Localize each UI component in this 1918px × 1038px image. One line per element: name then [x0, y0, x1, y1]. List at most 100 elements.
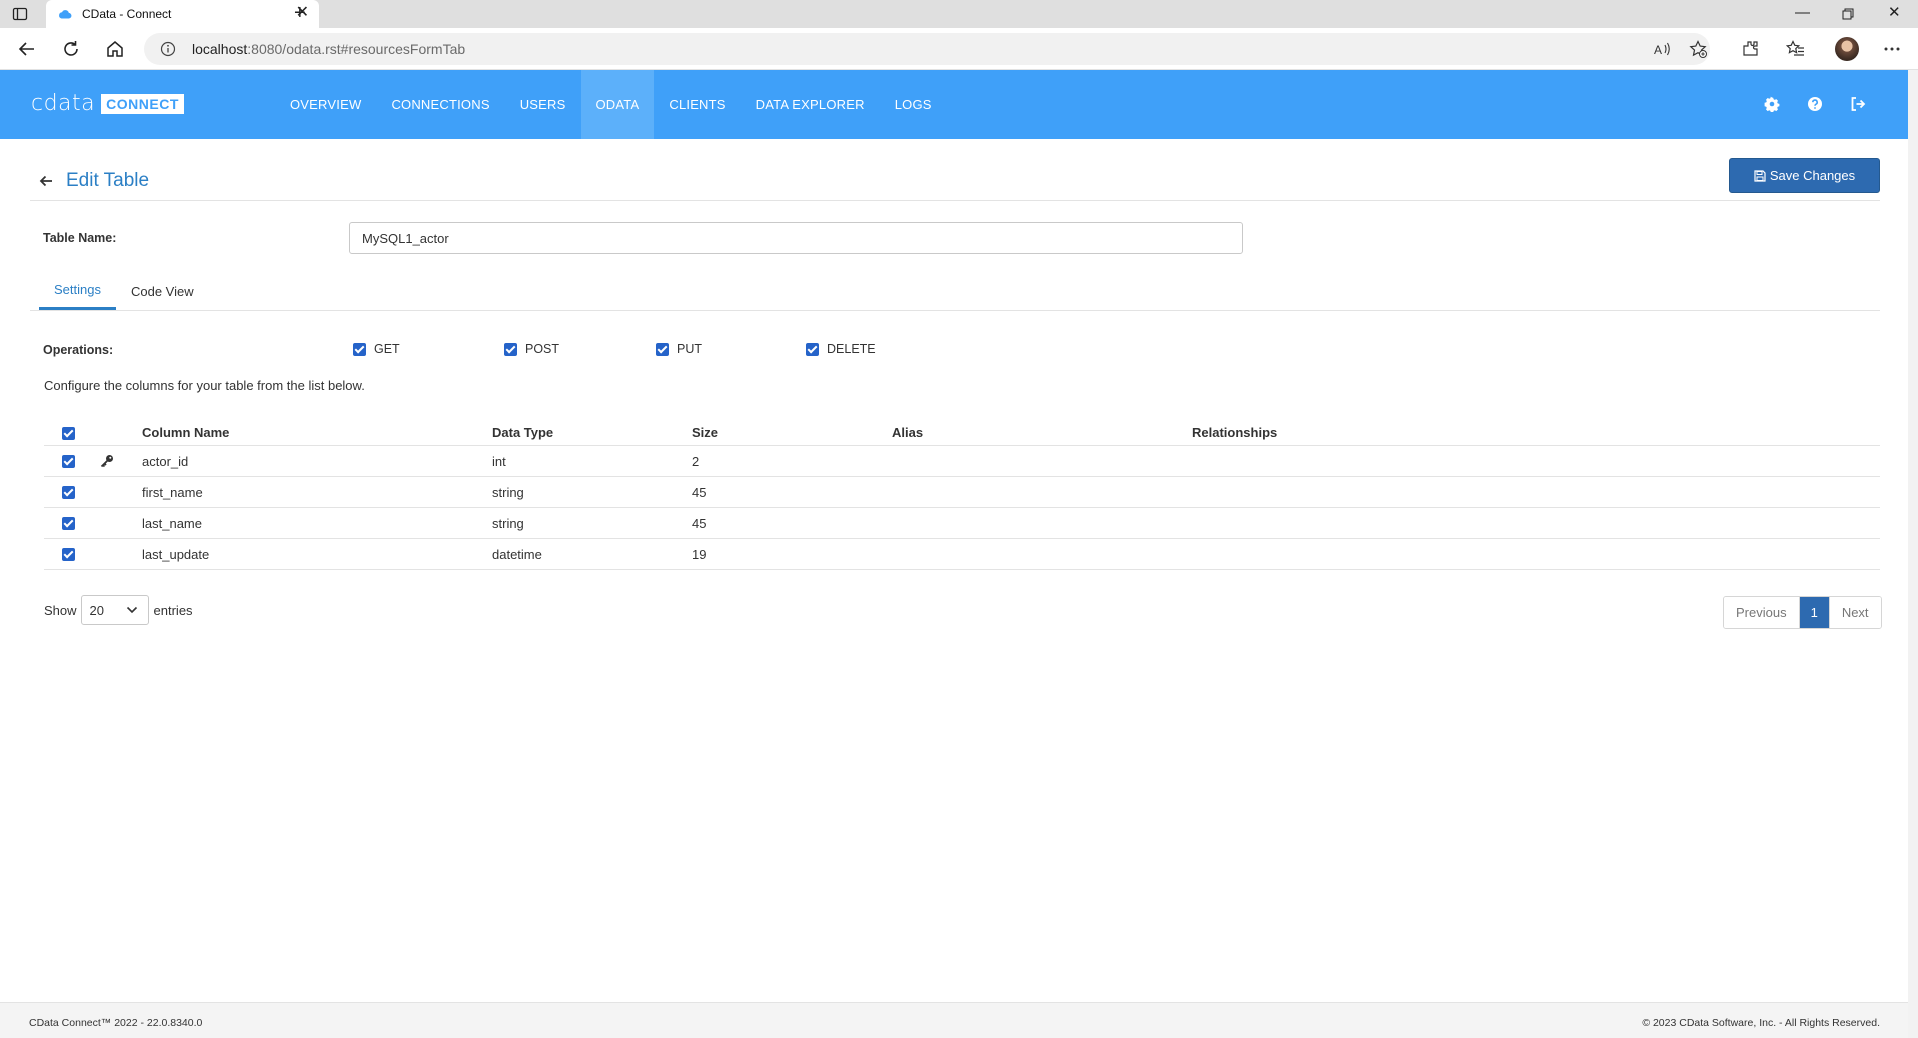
- header-alias[interactable]: Alias: [892, 425, 923, 440]
- profile-avatar[interactable]: [1835, 37, 1859, 61]
- table-row: last_name string 45: [44, 508, 1880, 539]
- operation-delete[interactable]: DELETE: [806, 342, 876, 356]
- edit-table-tabs: Settings Code View: [39, 272, 209, 310]
- pagination: Previous 1 Next: [1723, 596, 1882, 629]
- back-arrow-icon[interactable]: [38, 173, 54, 189]
- cell-column-name: first_name: [142, 485, 203, 500]
- header-data-type[interactable]: Data Type: [492, 425, 553, 440]
- row-checkbox[interactable]: [62, 453, 75, 469]
- page-title-row: Edit Table: [38, 169, 149, 193]
- page-1-button[interactable]: 1: [1798, 597, 1829, 628]
- back-icon[interactable]: [16, 38, 38, 60]
- favorite-add-icon[interactable]: [1688, 39, 1708, 59]
- cell-size: 2: [692, 454, 700, 469]
- extensions-icon[interactable]: [1741, 39, 1761, 59]
- new-tab-icon[interactable]: +: [294, 3, 306, 23]
- next-page-button[interactable]: Next: [1828, 597, 1881, 628]
- nav-data-explorer[interactable]: DATA EXPLORER: [741, 70, 880, 139]
- table-name-input[interactable]: [349, 222, 1243, 254]
- nav-connections[interactable]: CONNECTIONS: [376, 70, 504, 139]
- page-footer: CData Connect™ 2022 - 22.0.8340.0 © 2023…: [0, 1002, 1908, 1038]
- operation-put[interactable]: PUT: [656, 342, 702, 356]
- operation-delete-checkbox[interactable]: [806, 342, 819, 356]
- cell-data-type: int: [492, 454, 506, 469]
- previous-page-button[interactable]: Previous: [1724, 597, 1799, 628]
- operation-delete-label: DELETE: [827, 342, 876, 356]
- show-label: Show: [44, 602, 77, 618]
- favorites-icon[interactable]: [1786, 39, 1806, 59]
- tab-settings[interactable]: Settings: [39, 272, 116, 310]
- cell-data-type: datetime: [492, 547, 542, 562]
- entries-length-control: Show 20 entries: [44, 595, 193, 625]
- primary-key-icon: [100, 455, 113, 468]
- main-nav: OVERVIEW CONNECTIONS USERS ODATA CLIENTS…: [275, 70, 947, 139]
- row-checkbox[interactable]: [62, 484, 75, 500]
- cell-column-name: last_update: [142, 547, 210, 562]
- refresh-icon[interactable]: [60, 38, 82, 60]
- table-row: first_name string 45: [44, 477, 1880, 508]
- app-header: cdata CONNECT OVERVIEW CONNECTIONS USERS…: [0, 70, 1908, 139]
- logout-icon[interactable]: [1850, 96, 1866, 112]
- read-aloud-icon[interactable]: A: [1652, 39, 1672, 59]
- copyright-text: © 2023 CData Software, Inc. - All Rights…: [1642, 1017, 1880, 1029]
- minimize-icon[interactable]: —: [1795, 4, 1810, 22]
- nav-users[interactable]: USERS: [505, 70, 581, 139]
- more-options-icon[interactable]: [1882, 39, 1902, 59]
- url-host: localhost: [192, 41, 248, 57]
- row-checkbox[interactable]: [62, 546, 75, 562]
- cell-data-type: string: [492, 485, 524, 500]
- operation-get-label: GET: [374, 342, 400, 356]
- cell-column-name: last_name: [142, 516, 202, 531]
- version-text: CData Connect™ 2022 - 22.0.8340.0: [29, 1017, 203, 1029]
- header-column-name[interactable]: Column Name: [142, 425, 229, 440]
- cell-size: 45: [692, 516, 707, 531]
- operation-put-checkbox[interactable]: [656, 342, 669, 356]
- tabs-divider: [30, 310, 1880, 311]
- chevron-down-icon: [126, 606, 137, 614]
- browser-tab-bar: CData - Connect ✕ + — ✕: [0, 0, 1918, 28]
- logo-badge: CONNECT: [101, 94, 184, 114]
- table-row: actor_id int 2: [44, 446, 1880, 477]
- url-path: :8080/odata.rst#resourcesFormTab: [247, 41, 466, 57]
- settings-gear-icon[interactable]: [1764, 96, 1780, 112]
- cell-size: 19: [692, 547, 707, 562]
- header-relationships[interactable]: Relationships: [1192, 425, 1277, 440]
- site-info-icon[interactable]: [160, 41, 176, 57]
- close-window-icon[interactable]: ✕: [1888, 4, 1901, 22]
- tab-code-view[interactable]: Code View: [116, 272, 209, 310]
- nav-logs[interactable]: LOGS: [880, 70, 947, 139]
- operation-post[interactable]: POST: [504, 342, 559, 356]
- save-changes-button[interactable]: Save Changes: [1729, 158, 1880, 193]
- operation-post-checkbox[interactable]: [504, 342, 517, 356]
- browser-tab[interactable]: CData - Connect ✕: [46, 0, 319, 28]
- operations-label: Operations:: [43, 343, 114, 357]
- cdata-connect-logo[interactable]: cdata CONNECT: [31, 93, 184, 115]
- cell-data-type: string: [492, 516, 524, 531]
- select-all-checkbox[interactable]: [62, 425, 75, 441]
- nav-overview[interactable]: OVERVIEW: [275, 70, 376, 139]
- url-bar[interactable]: localhost:8080/odata.rst#resourcesFormTa…: [144, 33, 1710, 65]
- operation-get[interactable]: GET: [353, 342, 400, 356]
- sidebar-toggle-icon[interactable]: [12, 6, 28, 22]
- nav-clients[interactable]: CLIENTS: [654, 70, 740, 139]
- entries-select-value: 20: [89, 602, 104, 618]
- operation-post-label: POST: [525, 342, 560, 356]
- operation-get-checkbox[interactable]: [353, 342, 366, 356]
- entries-select[interactable]: 20: [80, 595, 149, 625]
- cell-size: 45: [692, 485, 707, 500]
- columns-description: Configure the columns for your table fro…: [44, 378, 365, 393]
- browser-tab-title: CData - Connect: [82, 7, 172, 21]
- entries-label: entries: [153, 602, 193, 618]
- home-icon[interactable]: [104, 38, 126, 60]
- save-changes-label: Save Changes: [1769, 168, 1856, 183]
- header-size[interactable]: Size: [692, 425, 718, 440]
- restore-icon[interactable]: [1842, 8, 1854, 20]
- row-checkbox[interactable]: [62, 515, 75, 531]
- page-scrollbar[interactable]: [1908, 70, 1918, 1038]
- svg-text:A: A: [1654, 43, 1662, 57]
- help-icon[interactable]: [1807, 96, 1823, 112]
- nav-odata[interactable]: ODATA: [580, 70, 655, 139]
- address-bar-row: localhost:8080/odata.rst#resourcesFormTa…: [0, 28, 1918, 70]
- table-name-label: Table Name:: [43, 231, 117, 245]
- cell-column-name: actor_id: [142, 454, 189, 469]
